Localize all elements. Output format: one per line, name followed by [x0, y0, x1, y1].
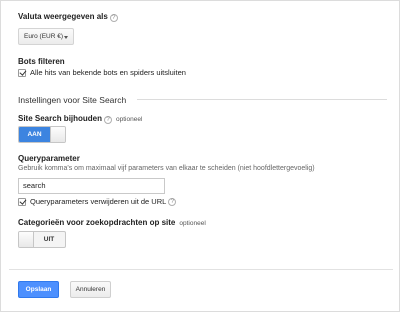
query-parameter-label: Queryparameter: [18, 154, 80, 163]
bots-section: Bots filteren: [18, 57, 65, 66]
toggle-off-label: UIT: [43, 236, 55, 243]
toggle-on-label: AAN: [19, 127, 50, 142]
section-divider: [137, 99, 387, 100]
currency-section: Valuta weergegeven als?: [18, 12, 118, 22]
site-search-tracking-heading: Site Search bijhouden? optioneel: [18, 114, 142, 124]
site-search-section-title: Instellingen voor Site Search: [18, 95, 127, 105]
optional-tag: optioneel: [179, 220, 206, 227]
cancel-button[interactable]: Annuleren: [70, 281, 111, 298]
currency-select[interactable]: Euro (EUR €): [18, 28, 74, 45]
toggle-knob: [50, 127, 65, 142]
categories-toggle[interactable]: UIT: [18, 231, 66, 248]
currency-selected-value: Euro (EUR €): [24, 33, 64, 40]
footer-divider: [9, 269, 393, 270]
strip-query-checkbox[interactable]: [18, 197, 26, 206]
bots-filter-checkbox[interactable]: [18, 68, 26, 77]
categories-label: Categorieën voor zoekopdrachten op site: [18, 218, 176, 227]
strip-query-checkbox-row[interactable]: Queryparameters verwijderen uit de URL?: [18, 197, 177, 206]
strip-query-label: Queryparameters verwijderen uit de URL: [30, 197, 167, 206]
help-icon[interactable]: ?: [168, 197, 177, 206]
currency-label: Valuta weergegeven als: [18, 12, 108, 21]
help-icon[interactable]: ?: [104, 116, 113, 124]
save-button[interactable]: Opslaan: [18, 281, 59, 298]
site-search-toggle[interactable]: AAN: [18, 126, 66, 143]
bots-label: Bots filteren: [18, 57, 65, 66]
query-parameter-heading: Queryparameter: [18, 154, 80, 163]
settings-panel: Valuta weergegeven als? Euro (EUR €) Bot…: [0, 0, 400, 312]
toggle-knob: [19, 232, 34, 247]
optional-tag: optioneel: [116, 116, 143, 123]
query-parameter-hint: Gebruik komma's om maximaal vijf paramet…: [18, 165, 315, 172]
bots-filter-checkbox-row[interactable]: Alle hits van bekende bots en spiders ui…: [18, 68, 186, 77]
categories-heading: Categorieën voor zoekopdrachten op site o…: [18, 218, 206, 227]
query-parameter-input[interactable]: search: [18, 178, 165, 194]
chevron-down-icon: [64, 36, 68, 39]
bots-filter-label: Alle hits van bekende bots en spiders ui…: [30, 68, 186, 77]
help-icon[interactable]: ?: [109, 14, 118, 22]
site-search-tracking-label: Site Search bijhouden: [18, 114, 103, 123]
